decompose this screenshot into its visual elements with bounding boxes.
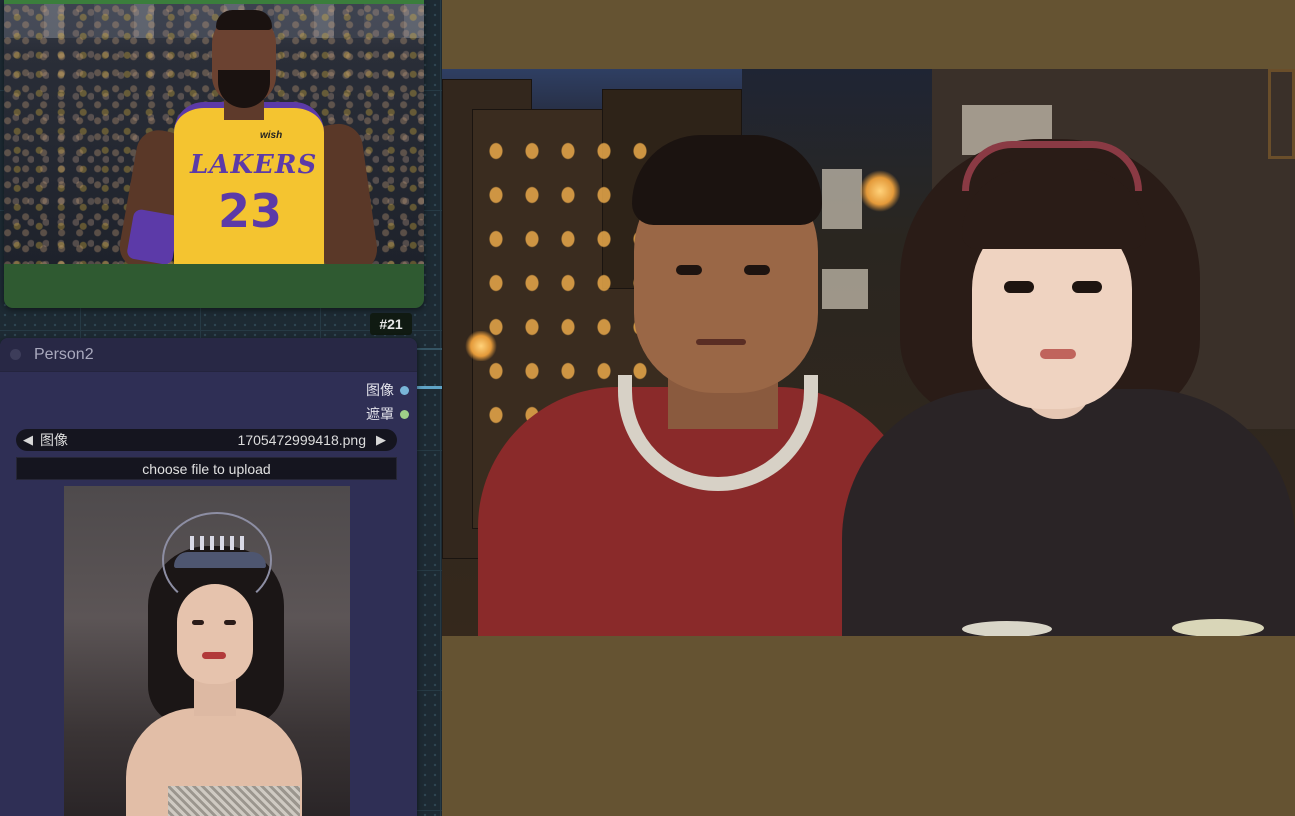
combo-next-arrow-icon[interactable]: ▶ xyxy=(376,432,390,448)
node-title: Person2 xyxy=(34,346,94,363)
combo-value[interactable]: 1705472999418.png xyxy=(238,432,366,448)
node-id-badge: #21 xyxy=(370,313,412,335)
output-mask[interactable]: 遮罩 xyxy=(366,405,409,423)
man-hair xyxy=(632,135,822,225)
crown-jewels xyxy=(190,536,250,550)
cup-right xyxy=(1172,619,1264,636)
woman-lips xyxy=(1040,349,1076,359)
man-mouth xyxy=(696,339,746,345)
woman-eye-right xyxy=(1072,281,1102,293)
woman-eye-right xyxy=(224,620,236,625)
man-eye-left xyxy=(676,265,702,275)
person2-node[interactable]: Person2 图像 遮罩 ◀ 图像 1705472999418.png ▶ c… xyxy=(0,338,417,816)
jersey-number: 23 xyxy=(217,184,282,238)
upload-button[interactable]: choose file to upload xyxy=(16,457,397,480)
wall-notice xyxy=(822,269,868,309)
player-jersey xyxy=(174,102,324,264)
image-file-combo[interactable]: ◀ 图像 1705472999418.png ▶ xyxy=(16,429,397,451)
output-image-socket[interactable] xyxy=(400,385,409,395)
image-output-wire[interactable] xyxy=(417,386,442,389)
output-image[interactable]: 图像 xyxy=(366,381,409,399)
generated-image-preview[interactable] xyxy=(442,69,1295,636)
player-wristband xyxy=(126,208,180,264)
output-mask-label: 遮罩 xyxy=(366,406,394,422)
lantern-glow xyxy=(860,169,900,213)
combo-label: 图像 xyxy=(40,432,68,448)
woman-eye-left xyxy=(192,620,204,625)
node-header[interactable]: Person2 xyxy=(0,338,417,372)
player-hair xyxy=(216,10,272,30)
cup-left xyxy=(962,621,1052,636)
picture-frame xyxy=(1268,69,1295,159)
wall-sign xyxy=(822,169,862,229)
image-node[interactable]: wish LAKERS 23 xyxy=(4,0,424,308)
preview-panel[interactable] xyxy=(442,0,1295,816)
woman-dress xyxy=(168,786,300,816)
connection-wire xyxy=(417,348,442,350)
output-image-label: 图像 xyxy=(366,382,394,398)
crown-band xyxy=(174,552,266,568)
street-lamp-glow xyxy=(464,331,498,361)
woman-eye-left xyxy=(1004,281,1034,293)
woman-lips xyxy=(202,652,226,659)
output-mask-socket[interactable] xyxy=(400,409,409,419)
jersey-sponsor: wish xyxy=(260,130,283,141)
man-eye-right xyxy=(744,265,770,275)
woman-shirt xyxy=(842,389,1295,636)
combo-prev-arrow-icon[interactable]: ◀ xyxy=(23,432,37,448)
image-preview-basketball: wish LAKERS 23 xyxy=(4,4,424,264)
collapse-toggle[interactable] xyxy=(10,349,21,360)
image-preview-woman xyxy=(64,486,350,816)
jersey-team: LAKERS xyxy=(190,150,318,180)
woman-headband xyxy=(962,141,1142,191)
